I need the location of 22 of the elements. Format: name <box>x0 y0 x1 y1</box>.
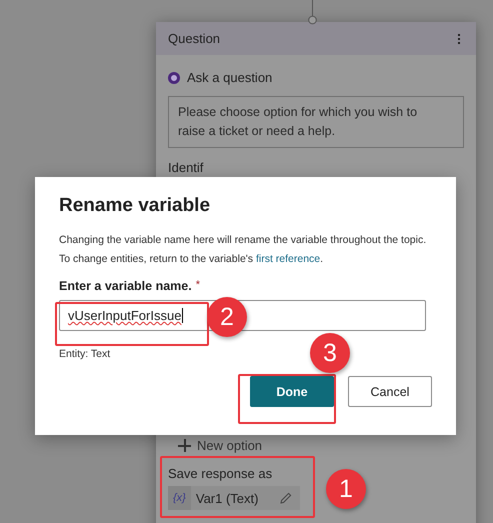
pencil-icon[interactable] <box>280 492 292 504</box>
save-response-label: Save response as <box>168 466 274 481</box>
done-button[interactable]: Done <box>250 376 334 407</box>
plus-icon <box>178 439 191 452</box>
variable-name: Var1 (Text) <box>196 490 260 506</box>
required-mark: * <box>196 279 200 293</box>
new-option-link[interactable]: New option <box>197 438 262 453</box>
cancel-button[interactable]: Cancel <box>348 376 432 407</box>
prompt-box[interactable]: Please choose option for which you wish to raise a ticket or need a help. <box>168 96 464 148</box>
connector-line <box>308 0 317 25</box>
first-reference-link[interactable]: first reference <box>256 253 320 265</box>
section-label: Identif <box>168 160 204 176</box>
chat-bubble-icon <box>168 72 180 84</box>
dialog-description: Changing the variable name here will rename the variable throughout the topic. To change entities, return to the variable's first reference. <box>59 233 428 267</box>
field-label: Enter a variable name. <box>59 279 192 293</box>
dialog-title: Rename variable <box>59 195 212 217</box>
step-label: Ask a question <box>187 70 272 85</box>
entity-text: Entity: Text <box>59 348 110 360</box>
variable-token: {x} <box>168 486 191 510</box>
variable-chip[interactable]: {x} Var1 (Text) <box>168 486 300 510</box>
node-title: Question <box>168 31 220 46</box>
more-icon[interactable] <box>455 32 463 46</box>
